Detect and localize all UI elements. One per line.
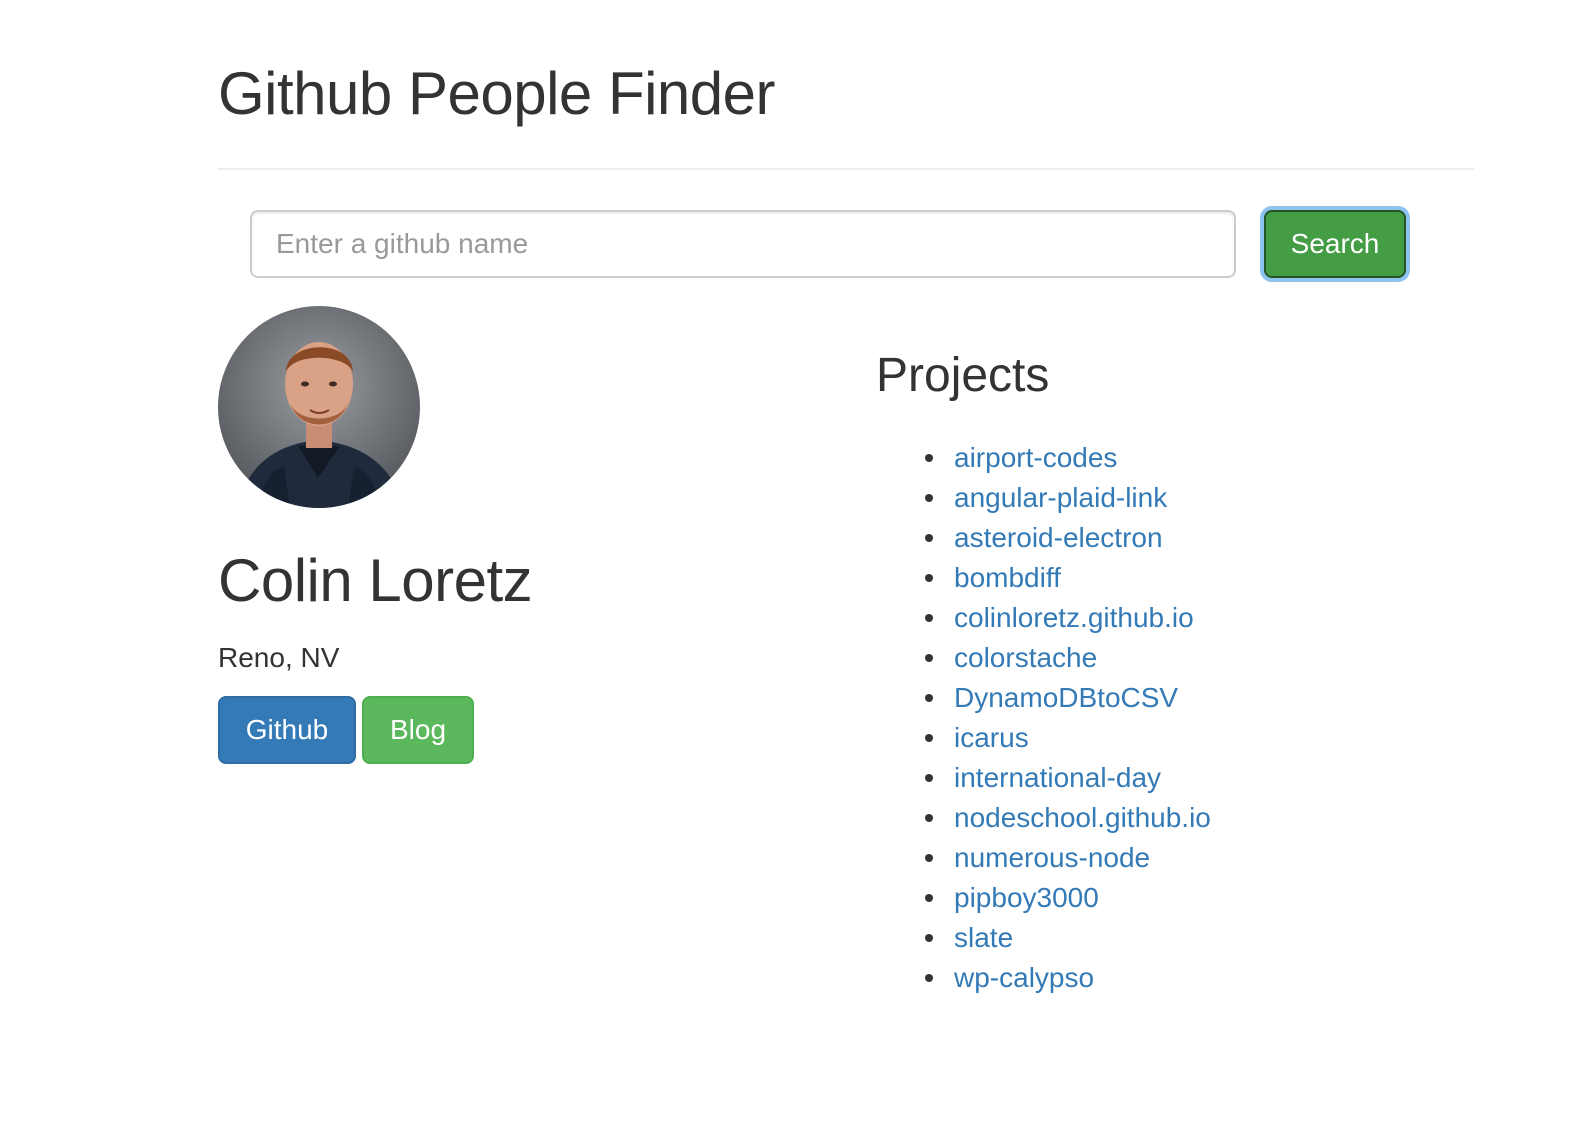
search-input[interactable] (250, 210, 1236, 278)
projects-heading: Projects (876, 349, 1050, 402)
bullet-icon (925, 814, 933, 822)
project-link[interactable]: airport-codes (954, 442, 1117, 473)
list-item: numerous-node (925, 838, 1211, 878)
project-link[interactable]: international-day (954, 762, 1161, 793)
search-button[interactable]: Search (1264, 210, 1406, 278)
bullet-icon (925, 894, 933, 902)
list-item: angular-plaid-link (925, 478, 1211, 518)
project-link[interactable]: bombdiff (954, 562, 1061, 593)
list-item: international-day (925, 758, 1211, 798)
page-title: Github People Finder (218, 60, 776, 127)
project-link[interactable]: colorstache (954, 642, 1097, 673)
list-item: asteroid-electron (925, 518, 1211, 558)
project-link[interactable]: pipboy3000 (954, 882, 1099, 913)
list-item: bombdiff (925, 558, 1211, 598)
project-link[interactable]: DynamoDBtoCSV (954, 682, 1178, 713)
bullet-icon (925, 454, 933, 462)
bullet-icon (925, 654, 933, 662)
github-button[interactable]: Github (218, 696, 356, 764)
list-item: wp-calypso (925, 958, 1211, 998)
bullet-icon (925, 614, 933, 622)
list-item: colinloretz.github.io (925, 598, 1211, 638)
project-link[interactable]: angular-plaid-link (954, 482, 1167, 513)
list-item: airport-codes (925, 438, 1211, 478)
project-link[interactable]: icarus (954, 722, 1029, 753)
project-link[interactable]: wp-calypso (954, 962, 1094, 993)
avatar (218, 306, 420, 508)
bullet-icon (925, 854, 933, 862)
list-item: DynamoDBtoCSV (925, 678, 1211, 718)
project-link[interactable]: nodeschool.github.io (954, 802, 1211, 833)
project-link[interactable]: slate (954, 922, 1013, 953)
bullet-icon (925, 934, 933, 942)
page-header: Github People Finder (218, 52, 1474, 170)
list-item: icarus (925, 718, 1211, 758)
blog-button[interactable]: Blog (362, 696, 474, 764)
bullet-icon (925, 974, 933, 982)
list-item: nodeschool.github.io (925, 798, 1211, 838)
list-item: slate (925, 918, 1211, 958)
project-list: airport-codes angular-plaid-link asteroi… (925, 438, 1211, 998)
list-item: colorstache (925, 638, 1211, 678)
user-photo-icon (218, 306, 420, 508)
user-location: Reno, NV (218, 642, 340, 673)
bullet-icon (925, 574, 933, 582)
project-link[interactable]: colinloretz.github.io (954, 602, 1194, 633)
bullet-icon (925, 774, 933, 782)
project-link[interactable]: numerous-node (954, 842, 1150, 873)
user-name: Colin Loretz (218, 547, 533, 614)
project-link[interactable]: asteroid-electron (954, 522, 1163, 553)
bullet-icon (925, 734, 933, 742)
bullet-icon (925, 494, 933, 502)
bullet-icon (925, 534, 933, 542)
list-item: pipboy3000 (925, 878, 1211, 918)
bullet-icon (925, 694, 933, 702)
